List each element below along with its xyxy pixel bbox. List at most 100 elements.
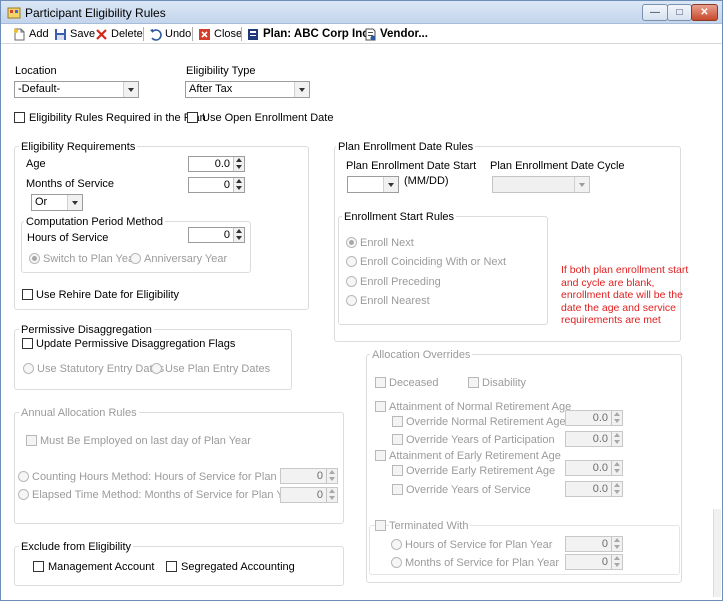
disability-label: Disability xyxy=(482,377,527,389)
save-button[interactable]: Save xyxy=(54,26,95,42)
elapsed-time-label: Elapsed Time Method: Months of Service f… xyxy=(32,489,299,501)
spin-arrows-icon[interactable] xyxy=(611,537,622,551)
enroll-nearest-label: Enroll Nearest xyxy=(360,295,430,307)
spin-arrows-icon[interactable] xyxy=(611,555,622,569)
location-select[interactable]: -Default- xyxy=(14,81,139,98)
switch-to-plan-year-radio[interactable] xyxy=(29,253,40,264)
annual-allocation-title: Annual Allocation Rules xyxy=(19,407,139,419)
elapsed-time-radio[interactable] xyxy=(18,489,29,500)
plan-entry-radio[interactable] xyxy=(151,363,162,374)
override-participation-checkbox[interactable] xyxy=(392,434,403,445)
segregated-accounting-checkbox[interactable] xyxy=(166,561,177,572)
plan-button[interactable]: Plan: ABC Corp Inc xyxy=(247,26,369,42)
counting-hours-label: Counting Hours Method: Hours of Service … xyxy=(32,471,302,483)
enroll-preceding-label: Enroll Preceding xyxy=(360,276,441,288)
deceased-label: Deceased xyxy=(389,377,439,389)
hours-of-service-stepper[interactable]: 0 xyxy=(188,227,245,243)
statutory-entry-label: Use Statutory Entry Dates xyxy=(37,363,165,375)
open-enrollment-checkbox[interactable] xyxy=(187,112,198,123)
months-plan-year-label: Months of Service for Plan Year xyxy=(405,557,560,569)
close-window-button[interactable]: ✕ xyxy=(691,4,718,21)
enroll-coinciding-label: Enroll Coinciding With or Next xyxy=(360,256,507,268)
override-early-age-checkbox[interactable] xyxy=(392,465,403,476)
close-button[interactable]: Close xyxy=(198,26,242,42)
spin-arrows-icon[interactable] xyxy=(326,469,337,483)
enroll-preceding-radio[interactable] xyxy=(346,276,357,287)
override-normal-age-stepper[interactable]: 0.0 xyxy=(565,410,623,426)
and-or-select[interactable]: Or xyxy=(31,194,83,211)
normal-retirement-checkbox[interactable] xyxy=(375,401,386,412)
eligibility-rules-window: Participant Eligibility Rules — □ ✕ Add … xyxy=(0,0,723,601)
maximize-button[interactable]: □ xyxy=(667,4,692,21)
override-early-age-stepper[interactable]: 0.0 xyxy=(565,460,623,476)
override-service-stepper[interactable]: 0.0 xyxy=(565,481,623,497)
deceased-checkbox[interactable] xyxy=(375,377,386,388)
hours-plan-year-radio[interactable] xyxy=(391,539,402,550)
override-normal-age-checkbox[interactable] xyxy=(392,416,403,427)
undo-button[interactable]: Undo xyxy=(149,26,191,42)
rehire-date-checkbox[interactable] xyxy=(22,289,33,300)
hours-plan-year-stepper[interactable]: 0 xyxy=(565,536,623,552)
title-bar: Participant Eligibility Rules — □ ✕ xyxy=(1,1,722,24)
enrollment-start-label: Plan Enrollment Date Start xyxy=(346,160,477,172)
enrollment-start-select[interactable] xyxy=(347,176,399,193)
update-permissive-checkbox[interactable] xyxy=(22,338,33,349)
chevron-down-icon xyxy=(294,82,309,97)
spin-arrows-icon[interactable] xyxy=(611,411,622,425)
minimize-button[interactable]: — xyxy=(642,4,668,21)
management-account-checkbox[interactable] xyxy=(33,561,44,572)
vendor-button[interactable]: Vendor... xyxy=(364,26,428,42)
anniversary-year-radio[interactable] xyxy=(130,253,141,264)
chevron-down-icon xyxy=(67,195,82,210)
disability-checkbox[interactable] xyxy=(468,377,479,388)
chevron-down-icon xyxy=(574,177,589,192)
counting-hours-radio[interactable] xyxy=(18,471,29,482)
rules-required-label: Eligibility Rules Required in the Plan xyxy=(29,112,206,124)
enroll-nearest-radio[interactable] xyxy=(346,295,357,306)
spin-arrows-icon[interactable] xyxy=(233,228,244,242)
terminated-label: Terminated With xyxy=(389,520,471,532)
override-normal-age-label: Override Normal Retirement Age xyxy=(406,416,566,428)
app-icon xyxy=(7,7,21,19)
computation-period-title: Computation Period Method xyxy=(24,216,165,228)
date-format-label: (MM/DD) xyxy=(404,175,449,187)
spin-arrows-icon[interactable] xyxy=(233,157,244,171)
update-permissive-label: Update Permissive Disaggregation Flags xyxy=(36,338,236,350)
spin-arrows-icon[interactable] xyxy=(326,488,337,502)
override-participation-label: Override Years of Participation xyxy=(406,434,555,446)
enrollment-start-rules-title: Enrollment Start Rules xyxy=(342,211,457,223)
enrollment-start-rules-group xyxy=(338,216,548,325)
eligibility-type-select[interactable]: After Tax xyxy=(185,81,310,98)
spin-arrows-icon[interactable] xyxy=(611,432,622,446)
spin-arrows-icon[interactable] xyxy=(233,178,244,192)
enroll-next-radio[interactable] xyxy=(346,237,357,248)
spin-arrows-icon[interactable] xyxy=(611,482,622,496)
elapsed-time-stepper[interactable]: 0 xyxy=(280,487,338,503)
override-participation-stepper[interactable]: 0.0 xyxy=(565,431,623,447)
statutory-entry-radio[interactable] xyxy=(23,363,34,374)
enrollment-cycle-select[interactable] xyxy=(492,176,590,193)
counting-hours-stepper[interactable]: 0 xyxy=(280,468,338,484)
close-icon xyxy=(199,28,210,40)
terminated-checkbox[interactable] xyxy=(375,520,386,531)
months-plan-year-stepper[interactable]: 0 xyxy=(565,554,623,570)
enroll-coinciding-radio[interactable] xyxy=(346,256,357,267)
vertical-scrollbar[interactable] xyxy=(713,509,721,597)
add-button[interactable]: Add xyxy=(13,26,49,42)
must-be-employed-label: Must Be Employed on last day of Plan Yea… xyxy=(40,435,251,447)
months-of-service-stepper[interactable]: 0 xyxy=(188,177,245,193)
chevron-down-icon xyxy=(383,177,398,192)
early-retirement-checkbox[interactable] xyxy=(375,450,386,461)
hours-plan-year-label: Hours of Service for Plan Year xyxy=(405,539,553,551)
allocation-overrides-title: Allocation Overrides xyxy=(370,349,473,361)
override-service-checkbox[interactable] xyxy=(392,484,403,495)
months-of-service-label: Months of Service xyxy=(26,178,115,190)
must-be-employed-checkbox[interactable] xyxy=(26,435,37,446)
months-plan-year-radio[interactable] xyxy=(391,557,402,568)
toolbar: Add Save Delete Undo Close Plan: ABC Cor… xyxy=(1,24,722,44)
delete-button[interactable]: Delete xyxy=(95,26,143,42)
save-icon xyxy=(55,28,66,40)
spin-arrows-icon[interactable] xyxy=(611,461,622,475)
rules-required-checkbox[interactable] xyxy=(14,112,25,123)
age-stepper[interactable]: 0.0 xyxy=(188,156,245,172)
